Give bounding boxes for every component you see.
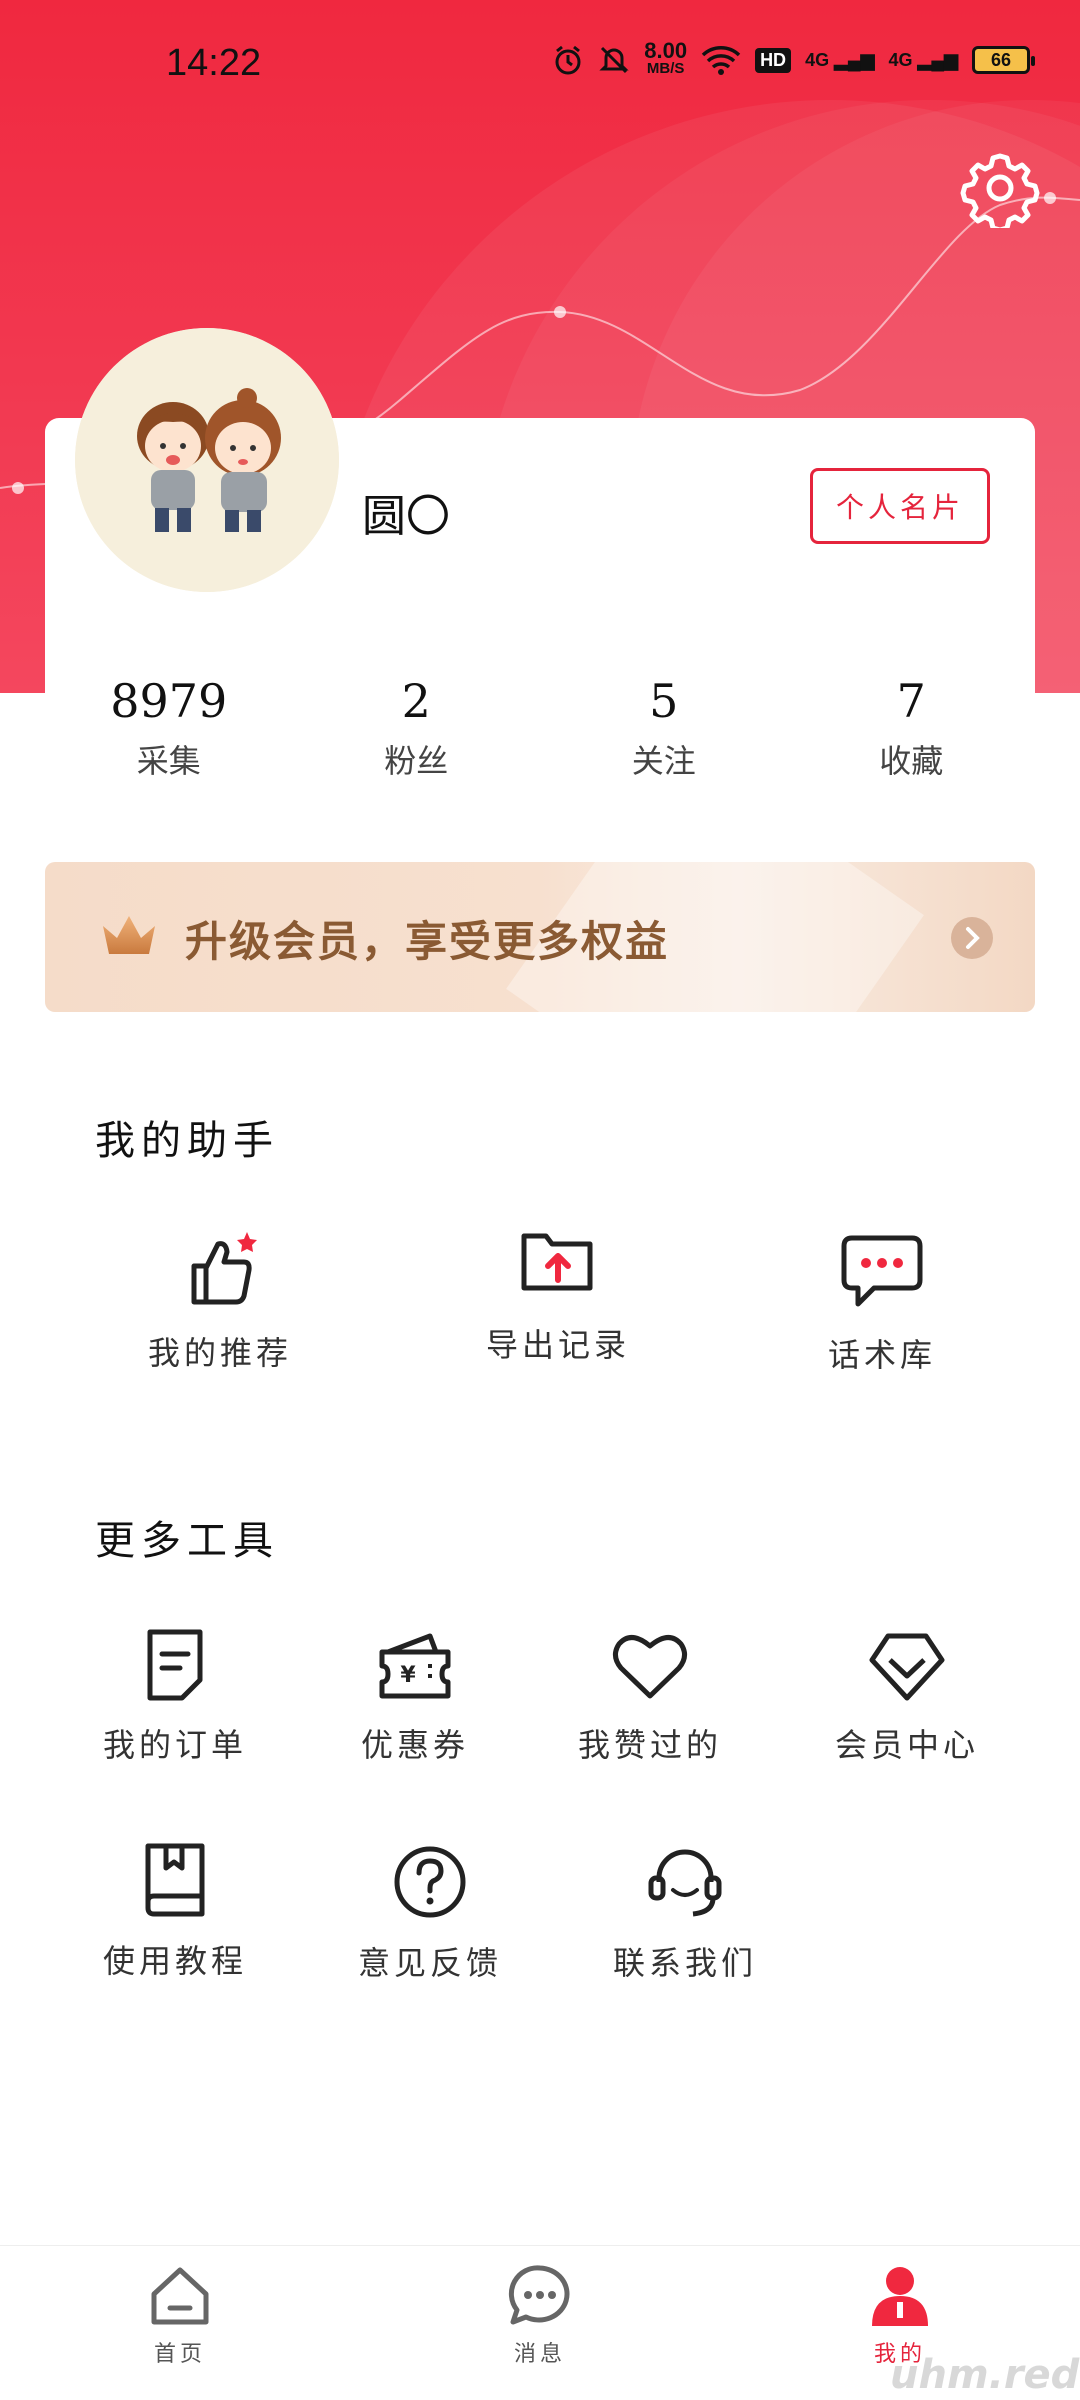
thumbs-up-icon [191,1232,257,1305]
chat-bubble-icon [841,1235,923,1307]
speed-unit: MB/S [646,60,685,77]
tab-label: 首页 [153,2342,206,2367]
status-icons: 8.00 MB/S HD 4G ▂▄▆ 4G ▂▄▆ 66 [552,38,1035,78]
settings-gear-icon[interactable] [960,148,1040,228]
username: 圆〇 [362,491,450,542]
headset-icon [648,1849,722,1917]
bell-muted-icon [599,46,629,74]
stat-fans[interactable]: 2 粉丝 [293,672,541,792]
tool-item-label: 会员中心 [834,1726,979,1764]
stat-label: 采集 [136,742,201,780]
stat-following[interactable]: 5 关注 [540,672,788,792]
vip-upgrade-banner[interactable]: 升级会员，享受更多权益 [45,862,1035,1012]
tools-section-title: 更多工具 [95,1518,279,1564]
alarm-icon [555,45,581,75]
diamond-icon [869,1633,945,1701]
stat-label: 关注 [631,742,696,780]
signal-2: 4G ▂▄▆ [888,49,958,70]
tool-item-coupons[interactable]: ¥ 优惠券 [335,1632,495,1766]
tab-home[interactable]: 首页 [100,2264,260,2368]
tool-item-tutorial[interactable]: 使用教程 [90,1842,260,1982]
tool-item-contact[interactable]: 联系我们 [605,1844,765,1984]
tool-item-label: 优惠券 [360,1726,469,1764]
assistant-item-export[interactable]: 导出记录 [468,1222,648,1366]
tool-item-label: 联系我们 [612,1944,757,1982]
battery-level: 66 [990,49,1012,70]
stat-label: 收藏 [879,742,944,780]
assistant-item-scripts[interactable]: 话术库 [792,1232,972,1376]
stat-favorites[interactable]: 7 收藏 [788,672,1036,792]
avatar-illustration [75,328,339,592]
chevron-right-icon [951,917,993,959]
tool-item-label: 使用教程 [102,1942,247,1980]
speed-value: 8.00 [644,38,688,63]
tool-item-member-center[interactable]: 会员中心 [827,1630,987,1766]
crown-icon [103,916,155,954]
user-icon [872,2267,928,2326]
tool-item-feedback[interactable]: 意见反馈 [350,1844,510,1984]
status-bar: 14:22 8.00 MB/S HD 4G ▂▄▆ 4G ▂▄▆ 66 [0,0,1080,100]
assistant-item-recommend[interactable]: 我的推荐 [130,1230,310,1374]
assistant-item-label: 导出记录 [485,1326,630,1364]
namecard-button[interactable]: 个人名片 [810,468,990,544]
stat-value: 7 [896,674,926,728]
status-time: 14:22 [166,42,262,84]
avatar[interactable] [75,328,339,592]
book-icon [145,1843,205,1917]
wifi-icon [701,46,741,75]
home-icon [151,2267,209,2325]
watermark: uhm.red [890,2352,1080,2398]
svg-text:¥: ¥ [400,1663,416,1688]
tool-item-liked[interactable]: 我赞过的 [570,1630,730,1766]
heart-icon [613,1635,687,1699]
network-speed: 8.00 MB/S [644,38,688,78]
hd-badge: HD [755,47,792,73]
tool-item-label: 我赞过的 [577,1726,722,1764]
folder-upload-icon [521,1233,593,1291]
tool-item-label: 意见反馈 [357,1944,502,1982]
battery-icon: 66 [972,46,1035,74]
assistant-item-label: 我的推荐 [147,1334,292,1372]
tab-label: 消息 [513,2342,566,2367]
tool-item-orders[interactable]: 我的订单 [90,1628,260,1766]
question-icon [394,1846,466,1918]
coupon-icon: ¥ [379,1633,451,1699]
signal-1: 4G ▂▄▆ [805,49,875,70]
message-icon [508,2265,570,2325]
assistant-section-title: 我的助手 [95,1118,279,1164]
tab-messages[interactable]: 消息 [460,2264,620,2368]
stats-row: 8979 采集 2 粉丝 5 关注 7 收藏 [45,672,1035,792]
tool-item-label: 我的订单 [102,1726,247,1764]
stat-label: 粉丝 [384,742,449,780]
order-icon [147,1629,203,1701]
stat-value: 2 [401,674,431,728]
stat-value: 5 [649,674,679,728]
stat-collect[interactable]: 8979 采集 [45,672,293,792]
assistant-item-label: 话术库 [827,1336,936,1374]
vip-banner-text: 升级会员，享受更多权益 [185,917,670,966]
stat-value: 8979 [110,674,228,728]
